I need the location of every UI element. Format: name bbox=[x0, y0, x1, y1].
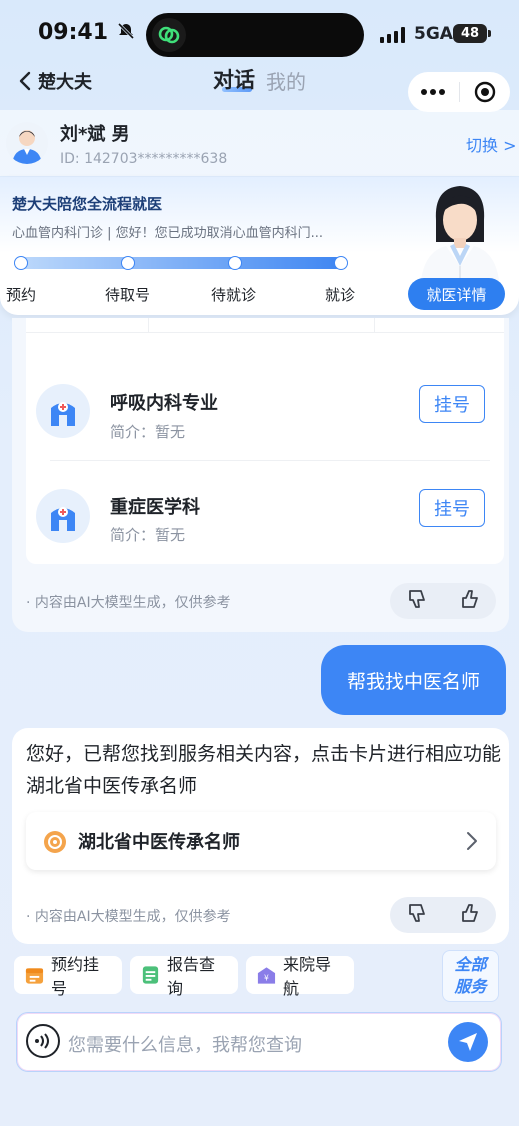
journey-progress-bar bbox=[20, 257, 342, 269]
answer-text: 您好，已帮您找到服务相关内容，点击卡片进行相应功能湖北省中医传承名师 bbox=[26, 743, 502, 797]
visit-detail-button[interactable]: 就医详情 bbox=[408, 278, 505, 310]
thumbs-down-icon[interactable] bbox=[406, 588, 428, 614]
send-icon bbox=[459, 1033, 477, 1051]
calendar-icon bbox=[25, 968, 44, 984]
divider bbox=[26, 332, 504, 333]
tab-mine[interactable]: 我的 bbox=[266, 66, 306, 95]
more-button[interactable] bbox=[408, 88, 459, 96]
status-time: 09:41 bbox=[38, 20, 136, 45]
battery-icon: 48 bbox=[453, 24, 487, 43]
department-list bbox=[26, 318, 504, 564]
feedback-group bbox=[390, 583, 496, 619]
svg-text:¥: ¥ bbox=[264, 974, 269, 983]
progress-dot bbox=[121, 256, 135, 270]
avatar bbox=[6, 122, 48, 164]
divider bbox=[148, 318, 149, 332]
department-name: 呼吸内科专业 bbox=[110, 393, 218, 414]
quick-action-report[interactable]: 报告查询 bbox=[130, 955, 238, 998]
network-label: 5GA bbox=[414, 24, 453, 44]
signal-icon bbox=[380, 27, 408, 47]
service-icon bbox=[44, 831, 66, 853]
thumbs-up-icon[interactable] bbox=[459, 588, 481, 614]
feedback-group bbox=[390, 897, 496, 933]
mute-bell-icon bbox=[117, 22, 134, 40]
journey-title: 楚大夫陪您全流程就医 bbox=[12, 195, 163, 213]
progress-dot bbox=[228, 256, 242, 270]
ai-disclaimer: · 内容由AI大模型生成，仅供参考 bbox=[26, 595, 231, 611]
voice-icon[interactable] bbox=[26, 1024, 60, 1058]
back-label: 楚大夫 bbox=[38, 72, 92, 93]
close-miniapp-button[interactable] bbox=[460, 80, 511, 104]
department-intro: 简介：暂无 bbox=[110, 423, 186, 441]
app-logo-icon bbox=[152, 18, 186, 52]
department-intro: 简介：暂无 bbox=[110, 526, 186, 544]
department-name: 重症医学科 bbox=[110, 497, 200, 518]
quick-action-appointment[interactable]: 预约挂号 bbox=[14, 955, 122, 998]
patient-name: 刘*斌 男 bbox=[60, 124, 130, 145]
thumbs-down-icon[interactable] bbox=[406, 902, 428, 928]
report-icon bbox=[142, 966, 159, 984]
step-label: 待取号 bbox=[105, 286, 151, 304]
progress-dot bbox=[334, 256, 348, 270]
journey-description[interactable]: 心血管内科门诊 | 您好！您已成功取消心血管内科门... bbox=[12, 222, 364, 241]
progress-dot bbox=[14, 256, 28, 270]
target-icon bbox=[474, 81, 495, 103]
patient-id: ID: 142703*********638 bbox=[60, 151, 228, 167]
message-input[interactable]: 您需要什么信息，我帮您查询 bbox=[68, 1031, 302, 1057]
user-message-bubble: 帮我找中医名师 bbox=[321, 645, 506, 715]
register-button[interactable]: 挂号 bbox=[419, 489, 485, 527]
step-label: 就诊 bbox=[325, 286, 356, 304]
register-button[interactable]: 挂号 bbox=[419, 385, 485, 423]
hospital-nav-icon: ¥ bbox=[257, 967, 276, 984]
back-button[interactable]: 楚大夫 bbox=[18, 68, 92, 94]
send-button[interactable] bbox=[448, 1022, 488, 1062]
hospital-icon bbox=[36, 489, 90, 543]
chevron-left-icon bbox=[19, 71, 31, 91]
battery-tip bbox=[488, 30, 491, 37]
miniapp-capsule bbox=[408, 72, 510, 112]
all-services-button[interactable]: 全部 服务 bbox=[442, 950, 499, 1002]
divider bbox=[50, 460, 490, 461]
step-label: 待就诊 bbox=[211, 286, 257, 304]
service-link-title: 湖北省中医传承名师 bbox=[78, 832, 240, 853]
more-dots-icon bbox=[421, 89, 446, 95]
thumbs-up-icon[interactable] bbox=[459, 902, 481, 928]
quick-action-navigation[interactable]: ¥ 来院导航 bbox=[246, 955, 354, 998]
ai-disclaimer: · 内容由AI大模型生成，仅供参考 bbox=[26, 909, 231, 925]
doctor-illustration bbox=[414, 180, 506, 290]
step-label: 预约 bbox=[6, 286, 37, 304]
tab-chat[interactable]: 对话 bbox=[213, 64, 255, 94]
chevron-right-icon bbox=[466, 831, 478, 855]
divider bbox=[374, 318, 375, 332]
switch-patient-link[interactable]: 切换 > bbox=[466, 132, 517, 156]
hospital-icon bbox=[36, 384, 90, 438]
